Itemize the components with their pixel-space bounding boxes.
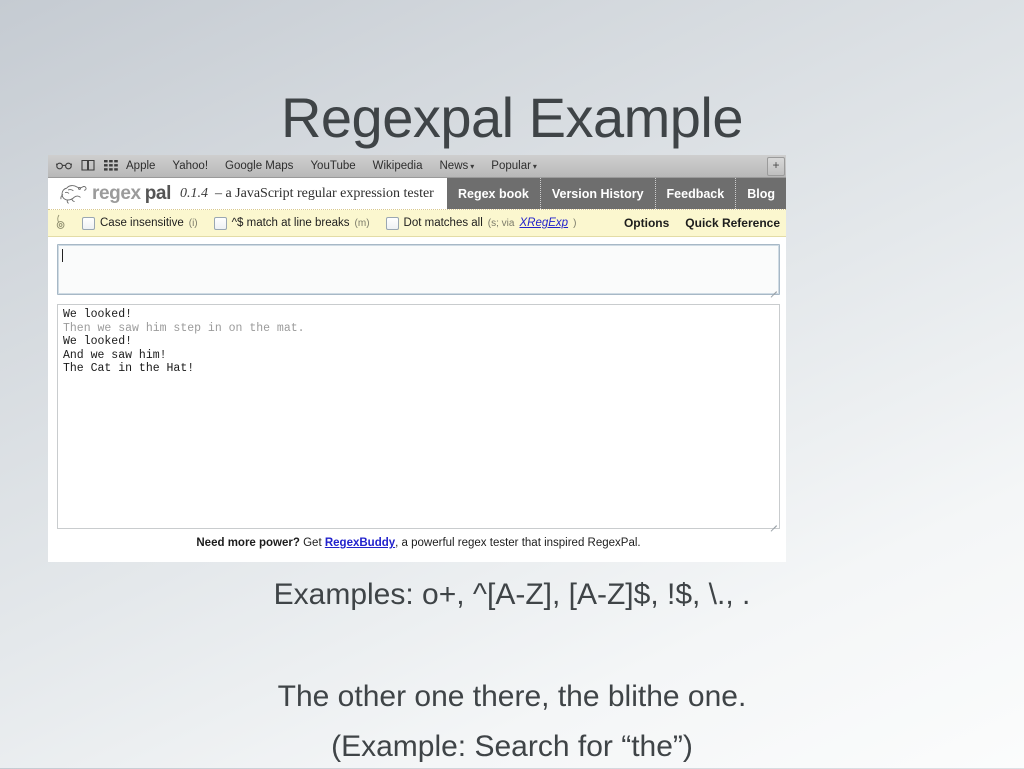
slide-body-line-2: (Example: Search for “the”) xyxy=(331,730,693,763)
slide-body-line-1: The other one there, the blithe one. xyxy=(277,680,747,713)
checkbox-icon[interactable] xyxy=(213,216,227,230)
text-cursor xyxy=(62,249,63,262)
options-bar-actions: Options Quick Reference xyxy=(624,216,780,230)
brand-name-regex: regex xyxy=(92,182,141,204)
bookmarks-bar: Apple Yahoo! Google Maps YouTube Wikiped… xyxy=(48,155,786,178)
subject-text-content: We looked! Then we saw him step in on th… xyxy=(63,308,775,376)
site-nav: Regex book Version History Feedback Blog xyxy=(446,178,786,209)
slide: Regexpal Example Apple Yahoo! Google Map… xyxy=(0,0,1024,768)
subject-line-2: Then we saw him step in on the mat. xyxy=(63,321,305,335)
options-bar: Case insensitive (i) ^$ match at line br… xyxy=(48,210,786,237)
bookmarks-toolbar-icons xyxy=(52,159,126,173)
chevron-down-icon: ▾ xyxy=(532,162,537,171)
bookmark-label: YouTube xyxy=(310,160,356,172)
resize-handle-icon[interactable] xyxy=(768,518,778,532)
bookmark-youtube[interactable]: YouTube xyxy=(310,160,355,172)
subject-line-4: And we saw him! xyxy=(63,348,167,362)
options-checkbox-group: Case insensitive (i) ^$ match at line br… xyxy=(82,216,577,230)
site-brand[interactable]: regex pal 0.1.4 – a JavaScript regular ex… xyxy=(48,178,447,209)
nav-version-history[interactable]: Version History xyxy=(539,178,655,209)
open-book-icon[interactable] xyxy=(81,159,95,173)
grid-icon[interactable] xyxy=(104,159,118,173)
checkbox-icon[interactable] xyxy=(385,216,399,230)
brand-tagline: – a JavaScript regular expression tester xyxy=(214,185,434,201)
checkbox-icon[interactable] xyxy=(82,216,95,230)
page-footer: Need more power? Get RegexBuddy, a power… xyxy=(57,529,780,549)
nav-regex-book[interactable]: Regex book xyxy=(447,178,540,209)
footer-bold-text: Need more power? xyxy=(196,537,300,549)
bookmark-label: Popular xyxy=(491,160,531,172)
option-label: ^$ match at line breaks xyxy=(231,217,350,229)
bookmark-label: Wikipedia xyxy=(372,160,423,172)
subject-line-5: The Cat in the Hat! xyxy=(63,362,195,376)
option-flag: (s; via xyxy=(487,217,515,229)
option-flag: (m) xyxy=(354,217,370,229)
subject-line-1: We looked! xyxy=(63,308,133,321)
footer-rest-text: , a powerful regex tester that inspired … xyxy=(395,537,641,549)
nav-feedback[interactable]: Feedback xyxy=(654,178,736,209)
option-label: Case insensitive xyxy=(100,217,184,229)
examples-line: Examples: o+, ^[A-Z], [A-Z]$, !$, \., . xyxy=(273,578,751,611)
bookmark-label: Google Maps xyxy=(225,160,294,172)
option-case-insensitive[interactable]: Case insensitive (i) xyxy=(82,216,198,230)
subject-line-3: We looked! xyxy=(63,335,133,349)
bookmarks-links: Apple Yahoo! Google Maps YouTube Wikiped… xyxy=(126,160,537,172)
options-button[interactable]: Options xyxy=(624,216,669,230)
lizard-tail-icon xyxy=(56,214,72,232)
bookmark-google-maps[interactable]: Google Maps xyxy=(225,160,293,172)
regex-input[interactable] xyxy=(57,244,780,298)
xregexp-link[interactable]: XRegExp xyxy=(519,217,568,229)
nav-blog[interactable]: Blog xyxy=(735,178,786,209)
site-header: regex pal 0.1.4 – a JavaScript regular ex… xyxy=(48,178,786,210)
page-body: We looked! Then we saw him step in on th… xyxy=(48,237,786,549)
bookmark-label: Apple xyxy=(126,160,156,172)
quick-reference-button[interactable]: Quick Reference xyxy=(685,216,780,230)
option-flag-end: ) xyxy=(573,217,577,229)
option-multiline[interactable]: ^$ match at line breaks (m) xyxy=(213,216,370,230)
subject-text-area[interactable]: We looked! Then we saw him step in on th… xyxy=(57,304,780,532)
bookmark-label: Yahoo! xyxy=(172,160,209,172)
new-tab-button[interactable]: + xyxy=(767,157,785,176)
resize-handle-icon[interactable] xyxy=(768,284,778,298)
lizard-logo-icon xyxy=(58,182,88,206)
bookmark-wikipedia[interactable]: Wikipedia xyxy=(373,160,423,172)
option-label: Dot matches all xyxy=(403,217,483,229)
reading-glasses-icon[interactable] xyxy=(55,160,73,172)
page-title: Regexpal Example xyxy=(280,86,744,149)
browser-screenshot: Apple Yahoo! Google Maps YouTube Wikiped… xyxy=(48,155,786,562)
brand-name-pal: pal xyxy=(144,182,172,204)
option-dot-matches-all[interactable]: Dot matches all (s; via XRegExp) xyxy=(385,216,577,230)
chevron-down-icon: ▾ xyxy=(470,162,475,171)
option-flag: (i) xyxy=(188,217,198,229)
brand-version: 0.1.4 xyxy=(179,185,208,201)
footer-mid-text: Get xyxy=(299,537,325,549)
bookmark-news[interactable]: News ▾ xyxy=(440,160,475,172)
regexbuddy-link[interactable]: RegexBuddy xyxy=(325,537,395,549)
bookmark-popular[interactable]: Popular ▾ xyxy=(491,160,537,172)
bookmark-apple[interactable]: Apple xyxy=(126,160,155,172)
bookmark-label: News xyxy=(439,160,469,172)
bookmark-yahoo[interactable]: Yahoo! xyxy=(172,160,208,172)
